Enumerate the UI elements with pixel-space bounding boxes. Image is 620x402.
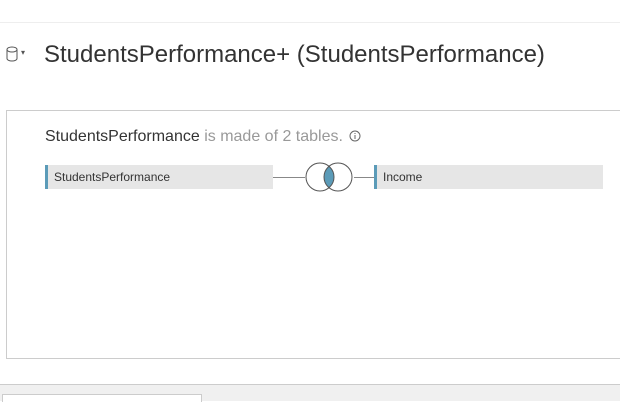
table-summary: StudentsPerformance is made of 2 tables. xyxy=(45,127,361,147)
inner-join-icon[interactable] xyxy=(303,161,355,193)
table-income[interactable]: Income xyxy=(374,165,603,189)
table-studentsperformance[interactable]: StudentsPerformance xyxy=(45,165,273,189)
join-connector-right xyxy=(354,177,374,178)
summary-table-name: StudentsPerformance xyxy=(45,128,200,145)
relationship-canvas: StudentsPerformance is made of 2 tables.… xyxy=(6,110,620,359)
bottom-tab[interactable] xyxy=(2,394,202,402)
join-connector-left xyxy=(273,177,305,178)
summary-text: is made of 2 tables. xyxy=(199,128,343,145)
datasource-header: ▾ StudentsPerformance+ (StudentsPerforma… xyxy=(0,36,620,76)
database-icon[interactable] xyxy=(6,46,18,62)
info-icon[interactable] xyxy=(349,128,361,142)
top-toolbar-strip xyxy=(0,0,620,23)
bottom-sheet-bar xyxy=(0,384,620,402)
datasource-title[interactable]: StudentsPerformance+ (StudentsPerformanc… xyxy=(44,40,545,70)
datasource-dropdown-icon[interactable]: ▾ xyxy=(21,45,25,61)
